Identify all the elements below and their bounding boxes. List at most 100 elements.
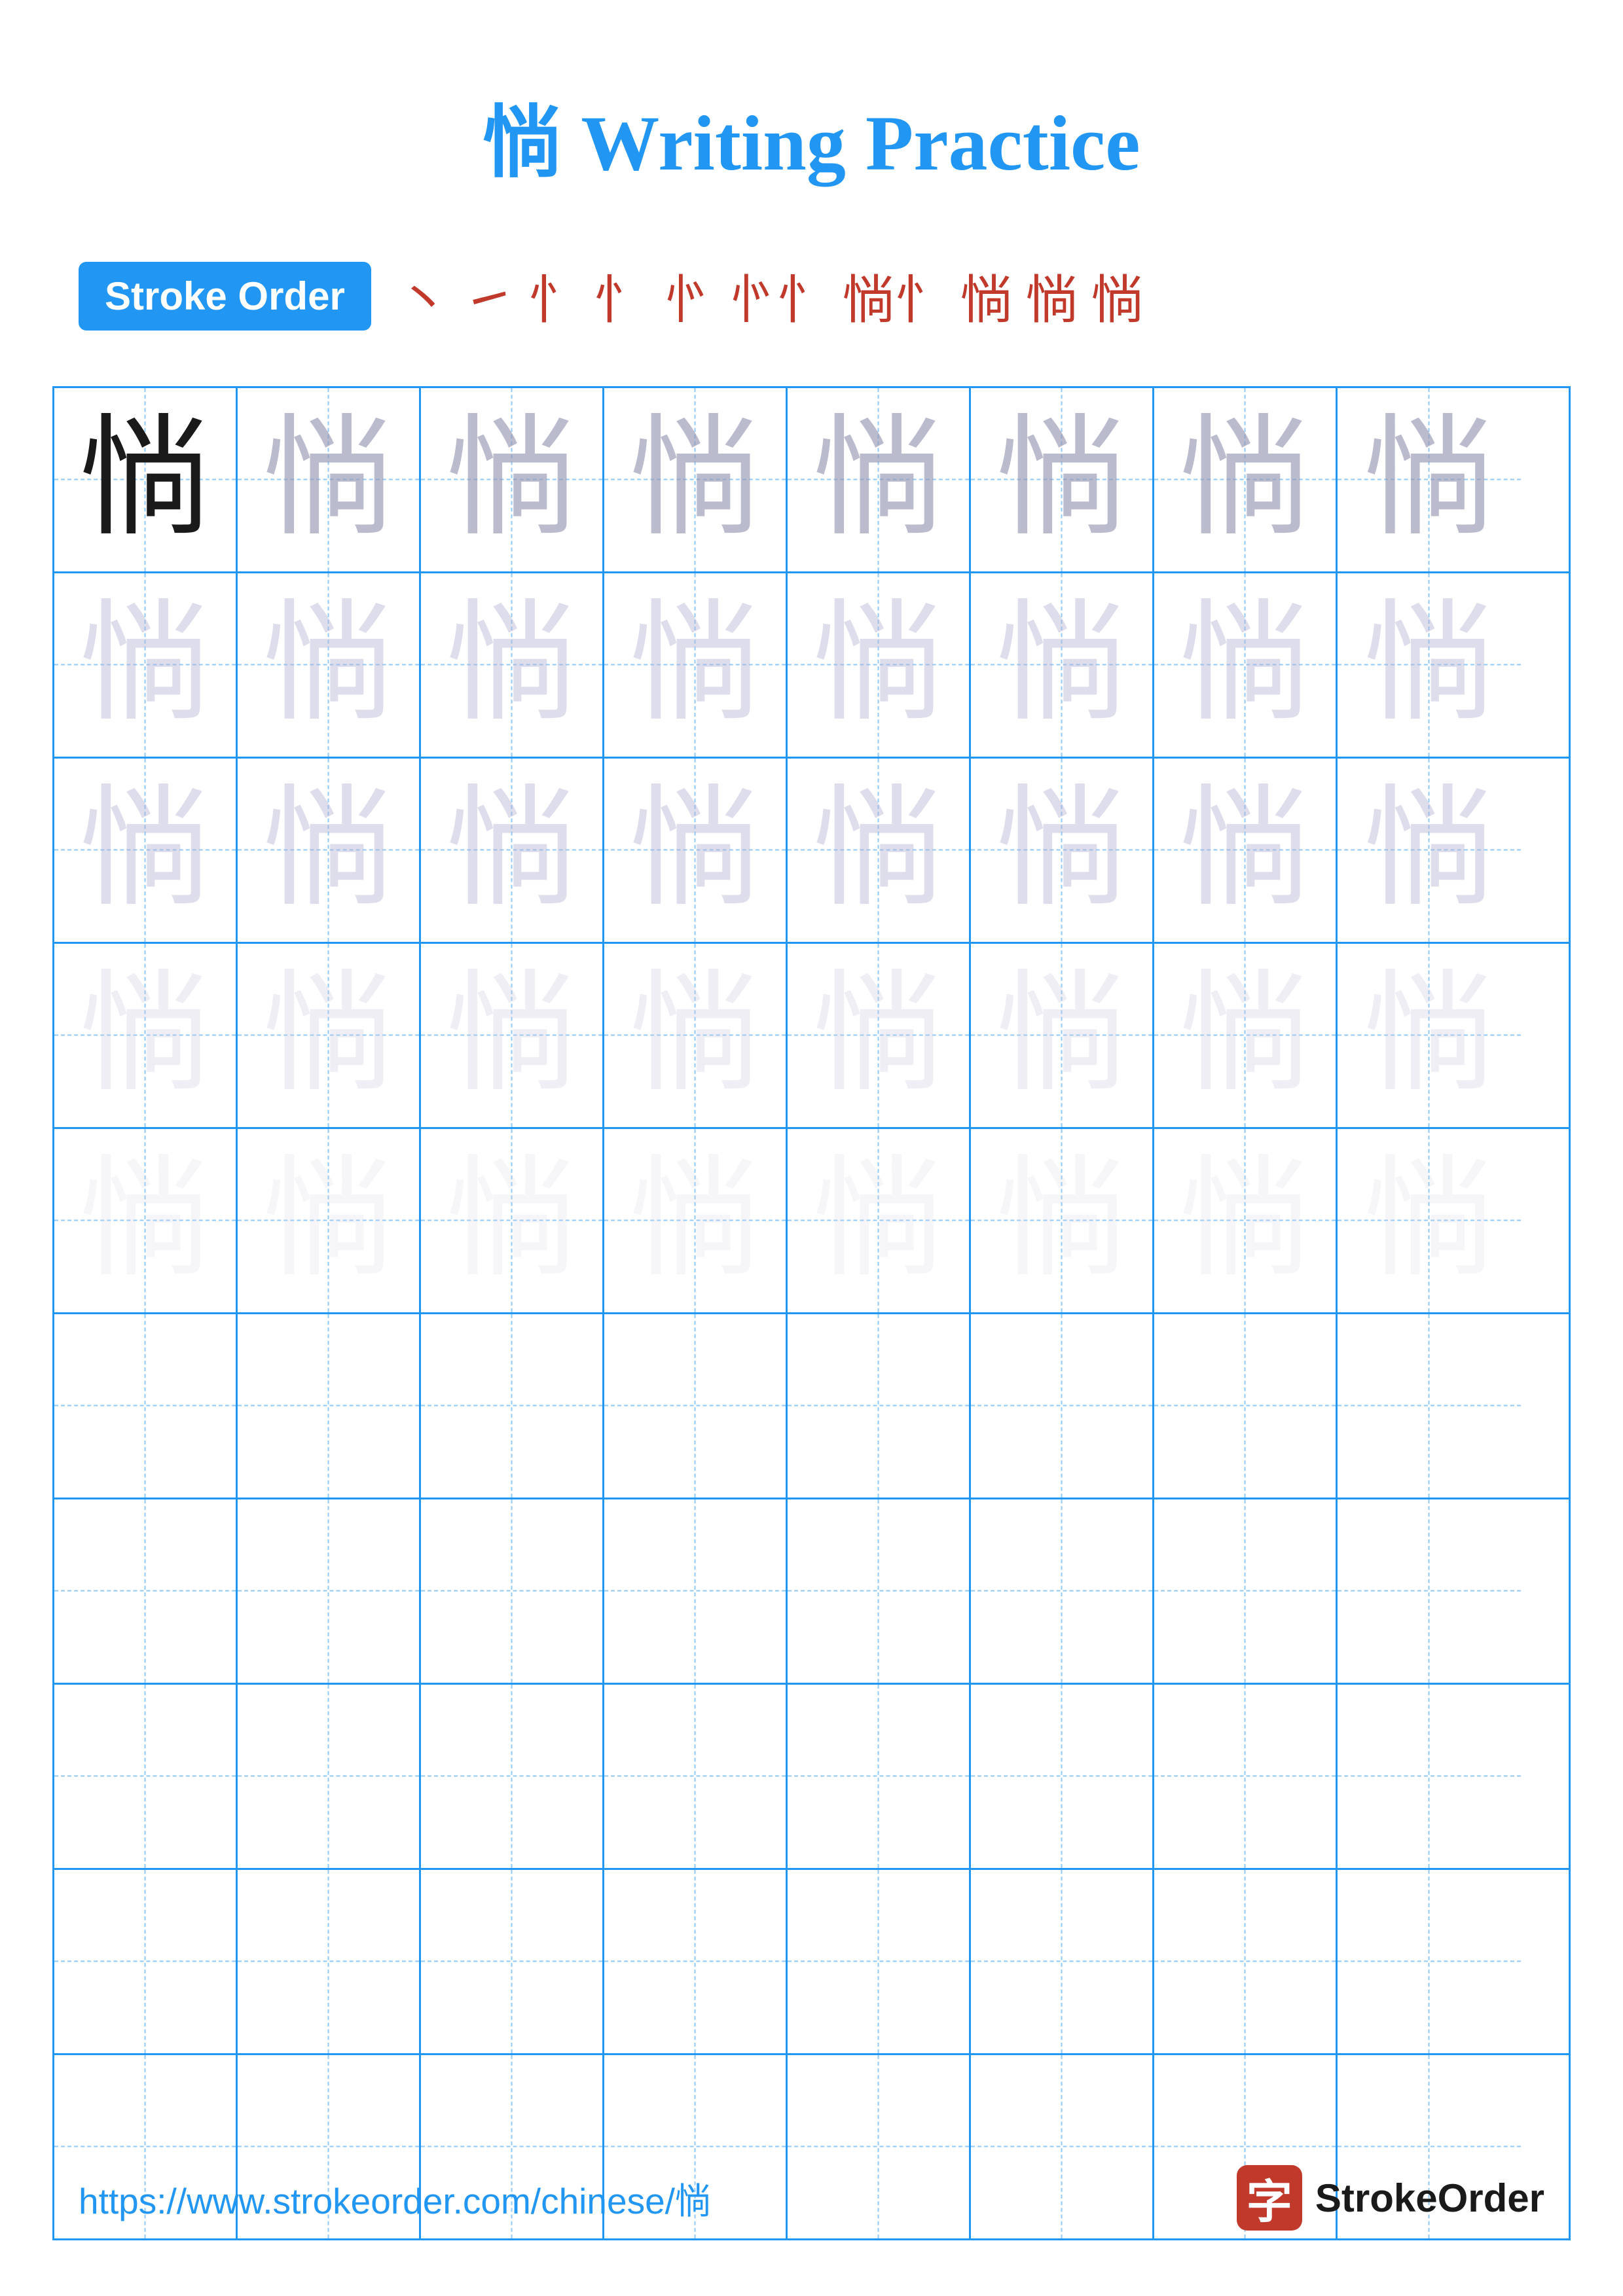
grid-cell-empty[interactable]	[421, 1314, 604, 1498]
grid-cell[interactable]: 惝	[238, 573, 421, 757]
grid-cell-empty[interactable]	[1338, 1870, 1521, 2053]
grid-cell-empty[interactable]	[1154, 1499, 1338, 1683]
character-guide: 惝	[1364, 1155, 1495, 1286]
grid-row: 惝 惝 惝 惝 惝 惝 惝 惝	[54, 1129, 1569, 1314]
grid-cell[interactable]: 惝	[54, 388, 238, 571]
grid-cell-empty[interactable]	[238, 1499, 421, 1683]
grid-cell[interactable]: 惝	[421, 388, 604, 571]
grid-cell-empty[interactable]	[1338, 1499, 1521, 1683]
grid-cell-empty[interactable]	[788, 1499, 971, 1683]
grid-cell[interactable]: 惝	[971, 573, 1154, 757]
grid-cell-empty[interactable]	[604, 1499, 788, 1683]
character-guide: 惝	[79, 1155, 210, 1286]
grid-cell[interactable]: 惝	[238, 944, 421, 1127]
grid-cell-empty[interactable]	[421, 1870, 604, 2053]
grid-cell[interactable]: 惝	[1154, 759, 1338, 942]
grid-cell[interactable]: 惝	[1154, 944, 1338, 1127]
grid-cell[interactable]: 惝	[1338, 1129, 1521, 1312]
grid-cell[interactable]: 惝	[421, 944, 604, 1127]
grid-cell-empty[interactable]	[971, 1314, 1154, 1498]
grid-cell[interactable]: 惝	[788, 944, 971, 1127]
character-guide: 惝	[996, 970, 1127, 1101]
grid-cell[interactable]: 惝	[238, 1129, 421, 1312]
grid-cell-empty[interactable]	[54, 1870, 238, 2053]
character-guide: 惝	[446, 1155, 577, 1286]
grid-row: 惝 惝 惝 惝 惝 惝 惝 惝	[54, 388, 1569, 573]
grid-cell[interactable]: 惝	[604, 1129, 788, 1312]
grid-cell[interactable]: 惝	[1154, 573, 1338, 757]
stroke-order-section: Stroke Order 丶 ㇀ 忄 忄 㣺 㣺忄 惝忄 惝 惝 惝	[0, 232, 1623, 360]
grid-cell-empty[interactable]	[238, 1685, 421, 1868]
character-guide: 惝	[996, 785, 1127, 916]
grid-cell-empty[interactable]	[421, 1685, 604, 1868]
grid-cell-empty[interactable]	[788, 1314, 971, 1498]
grid-cell[interactable]: 惝	[971, 759, 1154, 942]
grid-cell[interactable]: 惝	[788, 1129, 971, 1312]
character-guide: 惝	[79, 970, 210, 1101]
grid-cell-empty[interactable]	[238, 1314, 421, 1498]
grid-cell[interactable]: 惝	[1338, 759, 1521, 942]
footer-url[interactable]: https://www.strokeorder.com/chinese/惝	[79, 2172, 711, 2224]
grid-cell-empty[interactable]	[1338, 1685, 1521, 1868]
grid-cell-empty[interactable]	[971, 1499, 1154, 1683]
grid-cell[interactable]: 惝	[238, 388, 421, 571]
grid-cell[interactable]: 惝	[604, 573, 788, 757]
stroke-3: 忄	[528, 258, 581, 334]
stroke-8: 惝	[960, 258, 1013, 334]
grid-cell[interactable]: 惝	[54, 759, 238, 942]
stroke-9: 惝	[1026, 258, 1078, 334]
stroke-sequence: 丶 ㇀ 忄 忄 㣺 㣺忄 惝忄 惝 惝 惝	[397, 258, 1144, 334]
character-guide: 惝	[1179, 414, 1310, 545]
grid-cell-empty[interactable]	[971, 1685, 1154, 1868]
grid-cell[interactable]: 惝	[421, 1129, 604, 1312]
grid-cell[interactable]: 惝	[421, 759, 604, 942]
character-guide: 惝	[1179, 785, 1310, 916]
grid-cell[interactable]: 惝	[788, 573, 971, 757]
footer-logo: 字 StrokeOrder	[1237, 2165, 1544, 2231]
stroke-1: 丶	[397, 258, 450, 334]
grid-cell-empty[interactable]	[788, 1685, 971, 1868]
grid-cell[interactable]: 惝	[971, 388, 1154, 571]
grid-cell[interactable]: 惝	[604, 388, 788, 571]
character-guide: 惝	[812, 970, 943, 1101]
grid-cell-empty[interactable]	[421, 1499, 604, 1683]
grid-cell[interactable]: 惝	[54, 1129, 238, 1312]
grid-cell-empty[interactable]	[788, 1870, 971, 2053]
stroke-6: 㣺忄	[725, 258, 830, 334]
grid-cell[interactable]: 惝	[238, 759, 421, 942]
grid-cell[interactable]: 惝	[1154, 1129, 1338, 1312]
grid-cell[interactable]: 惝	[604, 944, 788, 1127]
character-guide: 惝	[1364, 970, 1495, 1101]
grid-cell-empty[interactable]	[54, 1685, 238, 1868]
grid-cell[interactable]: 惝	[54, 944, 238, 1127]
grid-cell-empty[interactable]	[238, 1870, 421, 2053]
grid-cell[interactable]: 惝	[1338, 944, 1521, 1127]
grid-cell-empty[interactable]	[604, 1870, 788, 2053]
grid-cell-empty[interactable]	[54, 1314, 238, 1498]
writing-grid: 惝 惝 惝 惝 惝 惝 惝 惝 惝 惝 惝	[52, 386, 1571, 2240]
character-guide: 惝	[629, 1155, 760, 1286]
grid-cell-empty[interactable]	[971, 1870, 1154, 2053]
grid-cell-empty[interactable]	[1154, 1870, 1338, 2053]
grid-cell-empty[interactable]	[1154, 1314, 1338, 1498]
character-guide: 惝	[263, 414, 393, 545]
grid-cell[interactable]: 惝	[1338, 388, 1521, 571]
grid-cell-empty[interactable]	[1154, 1685, 1338, 1868]
character-dark: 惝	[79, 414, 210, 545]
grid-row: 惝 惝 惝 惝 惝 惝 惝 惝	[54, 759, 1569, 944]
grid-cell[interactable]: 惝	[1154, 388, 1338, 571]
grid-cell[interactable]: 惝	[971, 944, 1154, 1127]
grid-cell[interactable]: 惝	[604, 759, 788, 942]
grid-cell[interactable]: 惝	[788, 388, 971, 571]
grid-cell[interactable]: 惝	[1338, 573, 1521, 757]
grid-cell-empty[interactable]	[1338, 1314, 1521, 1498]
grid-cell[interactable]: 惝	[971, 1129, 1154, 1312]
grid-cell-empty[interactable]	[604, 1685, 788, 1868]
grid-cell[interactable]: 惝	[788, 759, 971, 942]
grid-cell[interactable]: 惝	[421, 573, 604, 757]
grid-cell-empty[interactable]	[54, 1499, 238, 1683]
stroke-10: 惝	[1091, 258, 1144, 334]
grid-cell[interactable]: 惝	[54, 573, 238, 757]
grid-cell-empty[interactable]	[604, 1314, 788, 1498]
character-guide: 惝	[1179, 600, 1310, 730]
